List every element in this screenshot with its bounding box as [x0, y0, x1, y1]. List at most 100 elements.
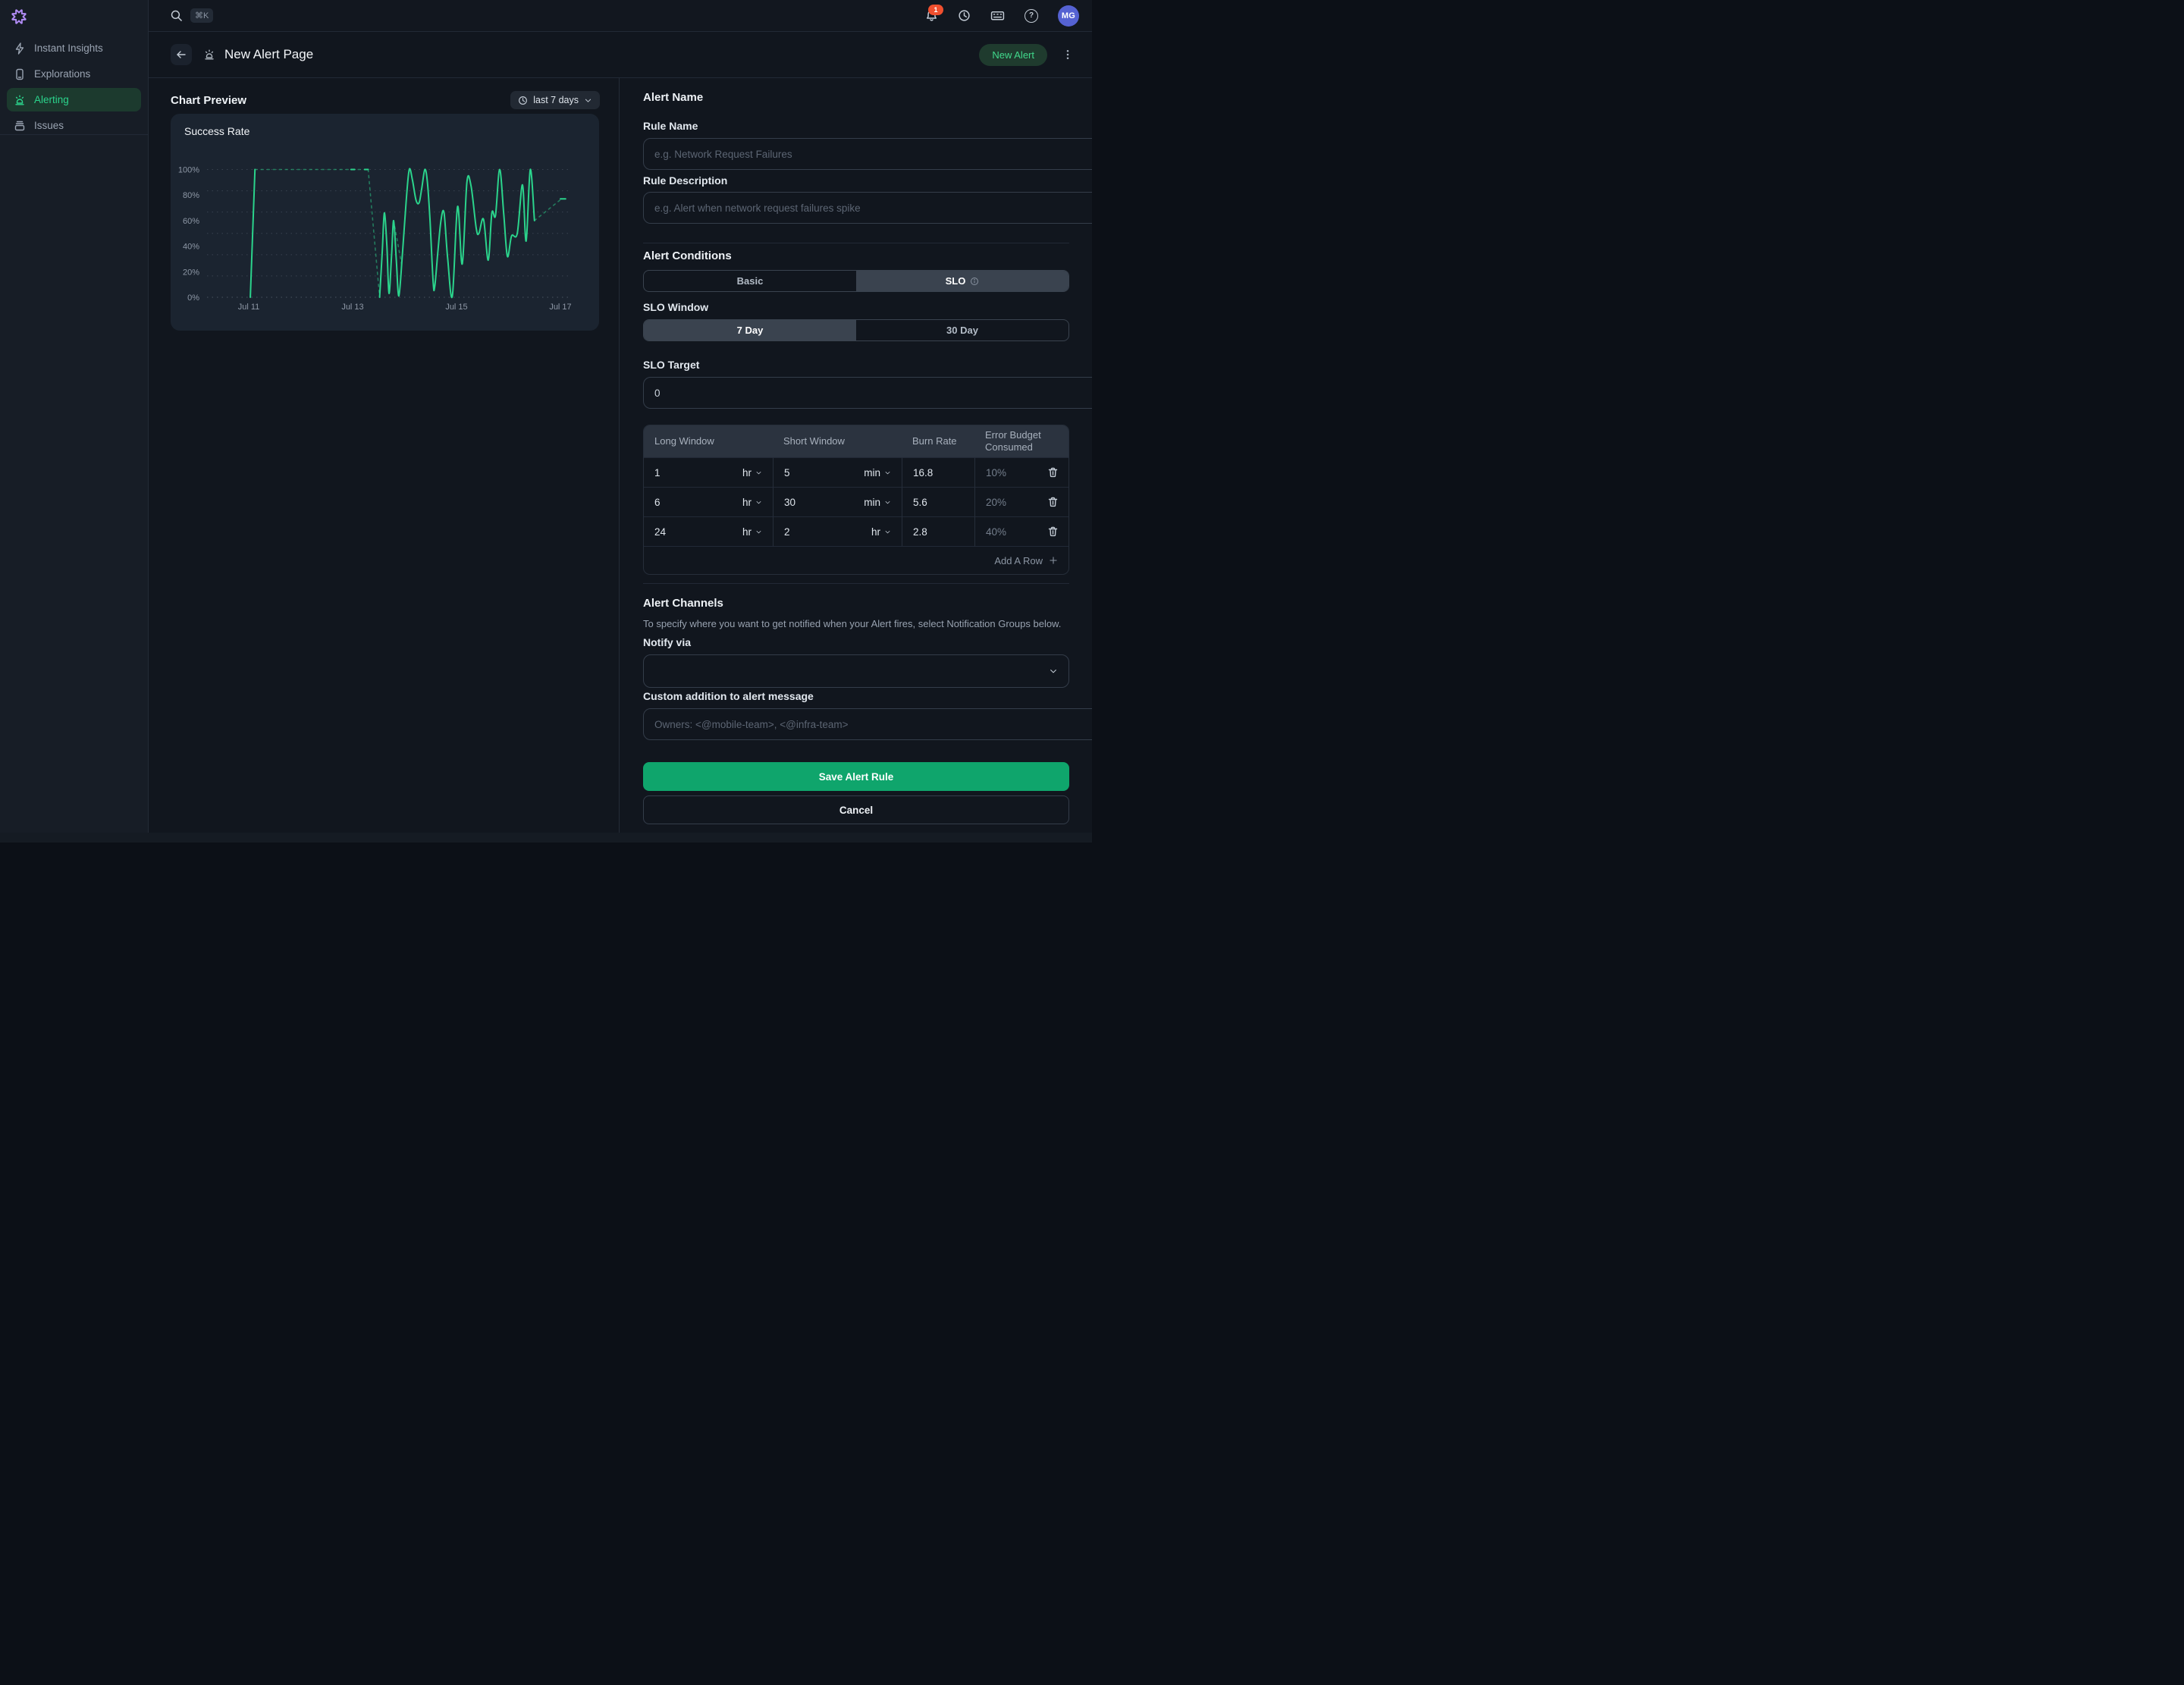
lightning-icon: [14, 42, 26, 55]
slo-target-label: SLO Target: [643, 359, 1069, 371]
alarm-icon: [203, 49, 215, 61]
burn-rate-value[interactable]: 16.8: [902, 457, 974, 487]
rule-name-input[interactable]: [643, 138, 1092, 170]
short-window-value[interactable]: 30: [784, 497, 795, 508]
svg-text:40%: 40%: [183, 243, 199, 252]
sidebar-item-instant-insights[interactable]: Instant Insights: [7, 36, 141, 60]
time-range-label: last 7 days: [533, 95, 579, 105]
short-window-unit-dropdown[interactable]: min: [864, 467, 891, 479]
alert-form-panel: Alert Name Rule Name Rule Description Al…: [619, 78, 1092, 833]
help-icon[interactable]: ?: [1025, 9, 1038, 23]
plus-icon: [1049, 556, 1058, 565]
col-error-budget: Error Budget Consumed: [974, 425, 1068, 457]
error-budget-value: 10%: [986, 467, 1006, 479]
short-window-unit-dropdown[interactable]: hr: [871, 526, 891, 538]
add-row-label: Add A Row: [994, 555, 1043, 566]
keyboard-icon[interactable]: [990, 9, 1005, 22]
series-interpolated-tail: [535, 199, 562, 221]
slo-target-field: %: [643, 377, 1092, 409]
alert-name-heading: Alert Name: [643, 91, 1069, 104]
cancel-button[interactable]: Cancel: [643, 795, 1069, 824]
short-window-unit-dropdown[interactable]: min: [864, 497, 891, 508]
burn-rate-value[interactable]: 2.8: [902, 516, 974, 546]
topbar-actions: 1 ? MG: [925, 5, 1079, 27]
condition-tab-basic[interactable]: Basic: [644, 271, 856, 291]
unit-label: hr: [871, 526, 880, 538]
condition-tab-slo-label: SLO: [946, 275, 966, 287]
sidebar: Instant Insights Explorations Alerting I…: [0, 0, 149, 833]
slo-window-label: SLO Window: [643, 301, 1069, 313]
svg-text:20%: 20%: [183, 268, 199, 277]
long-window-unit-dropdown[interactable]: hr: [742, 497, 762, 508]
table-row: 6 hr 30 min 5.6 20%: [644, 487, 1068, 516]
brand-logo-icon[interactable]: [10, 8, 28, 26]
section-divider: [643, 583, 1069, 584]
long-window-value[interactable]: 1: [654, 467, 661, 479]
long-window-value[interactable]: 6: [654, 497, 661, 508]
history-icon[interactable]: [958, 9, 971, 22]
col-burn-rate: Burn Rate: [902, 425, 974, 457]
alert-conditions-heading: Alert Conditions: [643, 249, 1069, 262]
burn-rate-value[interactable]: 5.6: [902, 487, 974, 516]
notification-badge: 1: [928, 5, 943, 15]
delete-row-button[interactable]: [1048, 467, 1058, 478]
short-window-value[interactable]: 2: [784, 526, 790, 538]
sidebar-item-alerting[interactable]: Alerting: [7, 88, 141, 111]
alert-channels-heading: Alert Channels: [643, 597, 1069, 610]
notify-via-label: Notify via: [643, 636, 1069, 648]
col-short-window: Short Window: [773, 425, 902, 457]
short-window-value[interactable]: 5: [784, 467, 790, 479]
rule-description-label: Rule Description: [643, 174, 1069, 187]
series-main: [380, 168, 535, 297]
save-alert-rule-button[interactable]: Save Alert Rule: [643, 762, 1069, 791]
kebab-menu-icon[interactable]: [1062, 49, 1074, 61]
add-row-button[interactable]: Add A Row: [644, 546, 1068, 574]
table-header-row: Long Window Short Window Burn Rate Error…: [644, 425, 1068, 457]
svg-text:60%: 60%: [183, 217, 199, 226]
custom-addition-input[interactable]: [643, 708, 1092, 740]
window-tab-7day[interactable]: 7 Day: [644, 320, 856, 340]
notify-via-select[interactable]: [643, 654, 1069, 688]
alarm-icon: [14, 94, 26, 106]
delete-row-button[interactable]: [1048, 497, 1058, 507]
content: Chart Preview last 7 days Success Rate 0…: [149, 78, 1092, 833]
search-icon[interactable]: [170, 9, 183, 22]
delete-row-button[interactable]: [1048, 526, 1058, 537]
condition-tab-slo[interactable]: SLO: [856, 271, 1068, 291]
chart-preview-panel: Chart Preview last 7 days Success Rate 0…: [149, 78, 619, 833]
condition-toggle: Basic SLO: [643, 270, 1069, 292]
topbar: ⌘K 1 ? MG: [149, 0, 1092, 32]
new-alert-button[interactable]: New Alert: [979, 44, 1047, 66]
notifications-button[interactable]: 1: [925, 9, 938, 22]
svg-text:80%: 80%: [183, 191, 199, 200]
info-icon[interactable]: [970, 277, 979, 286]
search-shortcut-chip[interactable]: ⌘K: [190, 8, 213, 23]
long-window-unit-dropdown[interactable]: hr: [742, 467, 762, 479]
long-window-unit-dropdown[interactable]: hr: [742, 526, 762, 538]
chevron-down-icon: [584, 96, 592, 105]
rule-description-input[interactable]: [643, 192, 1092, 224]
slo-window-toggle: 7 Day 30 Day: [643, 319, 1069, 341]
stack-icon: [14, 120, 26, 132]
rule-name-label: Rule Name: [643, 120, 1069, 132]
clock-icon: [518, 96, 528, 105]
alert-channels-description: To specify where you want to get notifie…: [643, 618, 1069, 629]
svg-text:Jul 13: Jul 13: [341, 303, 363, 312]
error-budget-value: 40%: [986, 526, 1006, 538]
chart-preview-heading: Chart Preview: [171, 94, 246, 107]
long-window-value[interactable]: 24: [654, 526, 666, 538]
table-row: 24 hr 2 hr 2.8 40%: [644, 516, 1068, 546]
avatar[interactable]: MG: [1058, 5, 1079, 27]
window-tab-30day[interactable]: 30 Day: [856, 320, 1068, 340]
back-button[interactable]: [171, 44, 192, 65]
sidebar-item-explorations[interactable]: Explorations: [7, 62, 141, 86]
sidebar-item-label: Explorations: [34, 68, 90, 80]
svg-text:0%: 0%: [187, 293, 199, 303]
svg-text:Jul 11: Jul 11: [238, 303, 260, 312]
slo-target-input[interactable]: [643, 377, 1092, 409]
unit-label: hr: [742, 467, 752, 479]
sidebar-item-label: Alerting: [34, 94, 69, 105]
time-range-dropdown[interactable]: last 7 days: [510, 91, 600, 109]
sidebar-item-label: Instant Insights: [34, 42, 103, 54]
page-header: New Alert Page New Alert: [149, 32, 1092, 78]
